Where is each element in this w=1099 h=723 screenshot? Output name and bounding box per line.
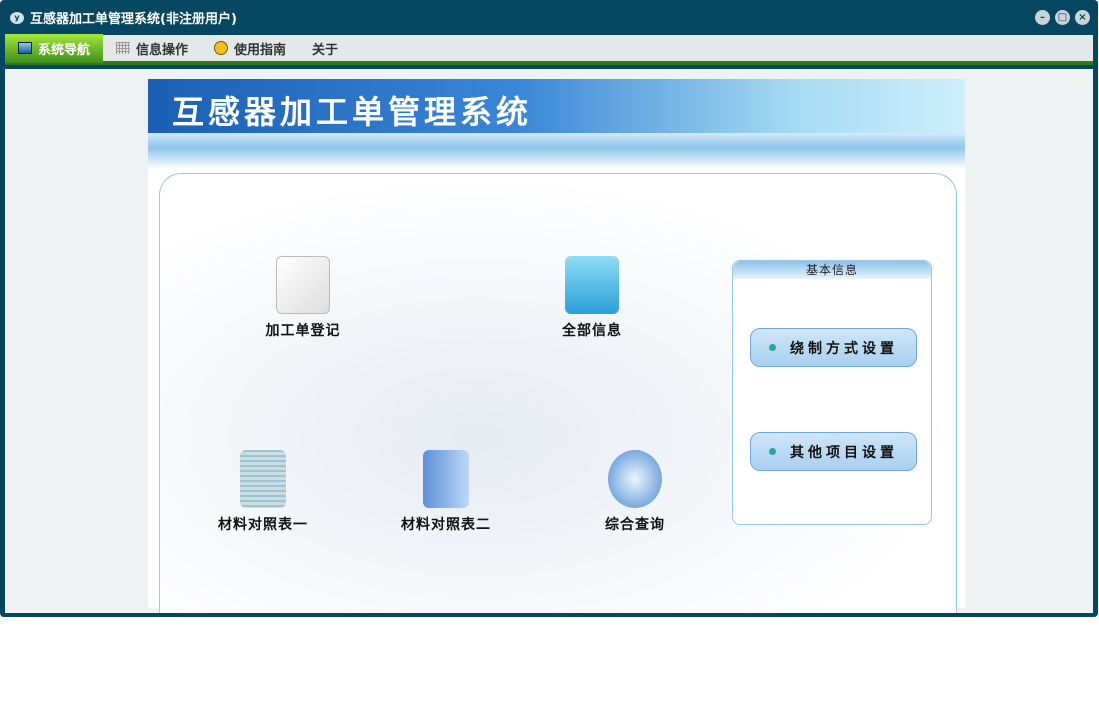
stacked-documents-icon [423,450,469,508]
folder-icon [565,256,619,314]
nav-label: 加工单登记 [265,323,341,339]
other-items-settings-button[interactable]: 其他项目设置 [750,432,917,471]
nav-item-all-info[interactable]: 全部信息 [527,256,657,340]
monitor-icon [18,42,32,54]
window-title: 互感器加工单管理系统(非注册用户) [30,12,237,27]
menu-label: 使用指南 [234,42,287,58]
button-label: 其他项目设置 [790,444,898,461]
basic-info-header: 基本信息 [733,261,931,279]
menu-bar: 系统导航 信息操作 使用指南 关于 [5,33,1093,65]
menu-label: 关于 [312,42,339,58]
minimize-button[interactable]: – [1035,10,1050,25]
bullet-icon [769,344,776,351]
grid-icon [116,42,130,54]
help-icon [214,41,229,55]
banner-title: 互感器加工单管理系统 [148,79,965,133]
menu-guide[interactable]: 使用指南 [201,34,299,63]
menu-info-ops[interactable]: 信息操作 [103,34,201,63]
nav-label: 材料对照表一 [218,517,308,533]
bullet-icon [769,448,776,455]
restore-button[interactable]: □ [1055,10,1070,25]
nav-label: 全部信息 [562,323,622,339]
basic-info-panel: 基本信息 绕制方式设置 其他项目设置 [732,260,932,525]
menu-label: 系统导航 [38,42,91,58]
menu-label: 信息操作 [136,42,189,58]
nav-item-material-table-2[interactable]: 材料对照表二 [381,450,511,534]
nav-item-order-register[interactable]: 加工单登记 [238,256,368,340]
close-button[interactable]: × [1075,10,1090,25]
title-bar: y 互感器加工单管理系统(非注册用户) [10,8,237,27]
app-logo-icon: y [10,11,24,24]
nav-label: 综合查询 [605,517,665,533]
button-label: 绕制方式设置 [790,340,898,357]
menu-about[interactable]: 关于 [299,34,351,63]
pencil-note-icon [276,256,330,314]
menu-system-nav[interactable]: 系统导航 [5,33,103,63]
magnifier-icon [608,450,662,508]
winding-method-settings-button[interactable]: 绕制方式设置 [750,328,917,367]
nav-item-query[interactable]: 综合查询 [570,450,700,534]
nav-label: 材料对照表二 [401,517,491,533]
document-icon [240,450,286,508]
banner-band [148,133,965,169]
nav-item-material-table-1[interactable]: 材料对照表一 [198,450,328,534]
